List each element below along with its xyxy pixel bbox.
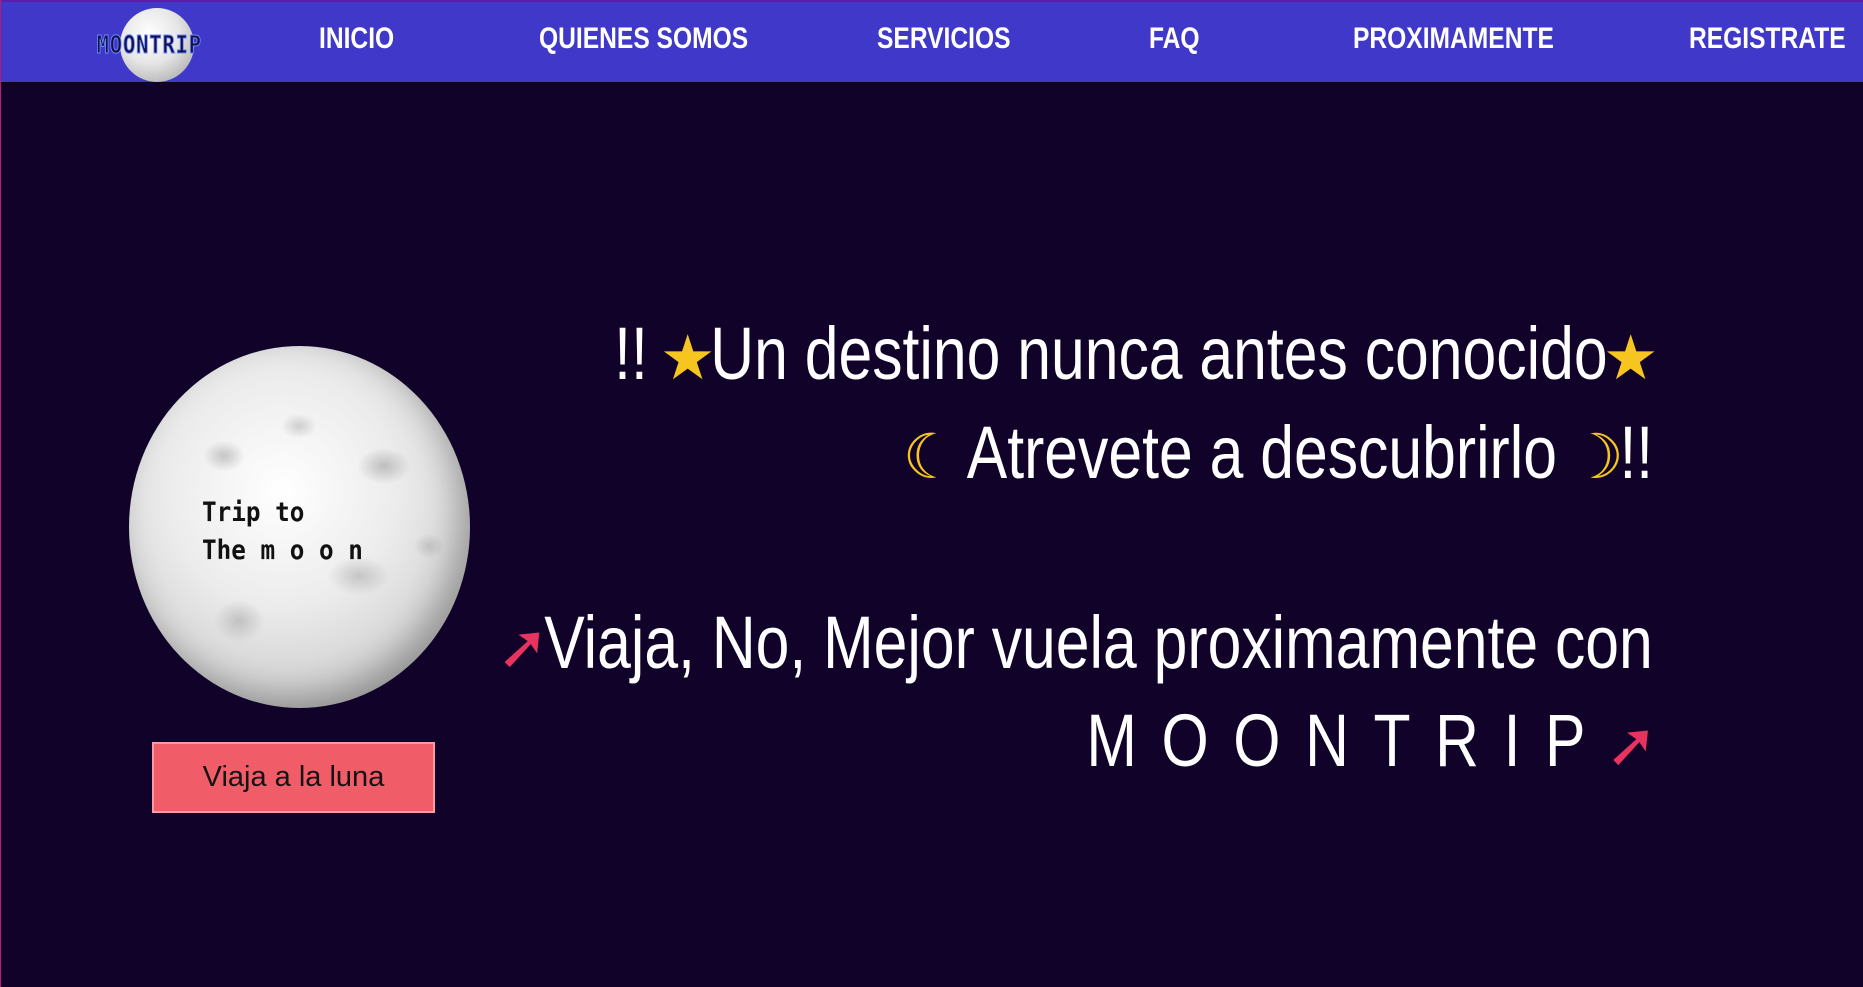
nav-link-faq[interactable]: FAQ <box>1149 22 1200 56</box>
hero-line-1: !! ★Un destino nunca antes conocido★ <box>613 305 1658 407</box>
hero-line2-suffix: !! <box>1619 411 1653 494</box>
top-navbar: MOONTRIP INICIO QUIENES SOMOS SERVICIOS … <box>1 0 1863 82</box>
hero-line-3: ➚Viaja, No, Mejor vuela proximamente con <box>497 594 1653 696</box>
star-icon: ★ <box>659 321 716 394</box>
moon-caption-line1: Trip to <box>202 497 305 528</box>
rocket-icon: ➚ <box>1605 708 1658 781</box>
moontrip-logo[interactable]: MOONTRIP <box>96 8 226 82</box>
crescent-moon-face-icon: ☽ <box>1568 420 1625 493</box>
star-icon: ★ <box>1602 321 1659 394</box>
hero-line1-text: Un destino nunca antes conocido <box>710 312 1608 395</box>
hero-line-2: ☾ Atrevete a descubrirlo ☽!! <box>902 404 1653 506</box>
rocket-icon: ➚ <box>497 610 550 683</box>
viaja-a-la-luna-button[interactable]: Viaja a la luna <box>152 742 435 813</box>
hero-line-4: MOONTRIP➚ <box>1086 692 1658 794</box>
logo-text: MOONTRIP <box>96 30 202 60</box>
nav-link-proximamente[interactable]: PROXIMAMENTE <box>1353 22 1554 56</box>
hero-line1-prefix: !! <box>613 312 648 395</box>
hero-brand-name: MOONTRIP <box>1086 699 1611 782</box>
nav-link-registrate[interactable]: REGISTRATE <box>1689 22 1846 56</box>
crescent-moon-face-icon: ☾ <box>902 420 959 493</box>
nav-link-servicios[interactable]: SERVICIOS <box>877 22 1011 56</box>
hero-line3-text: Viaja, No, Mejor vuela proximamente con <box>544 601 1653 684</box>
nav-link-inicio[interactable]: INICIO <box>319 22 394 56</box>
moon-caption: Trip to The m o o n <box>202 494 363 570</box>
hero-line2-text: Atrevete a descubrirlo <box>966 411 1557 494</box>
moon-caption-line2: The m o o n <box>202 535 363 566</box>
nav-link-quienes-somos[interactable]: QUIENES SOMOS <box>539 22 748 56</box>
